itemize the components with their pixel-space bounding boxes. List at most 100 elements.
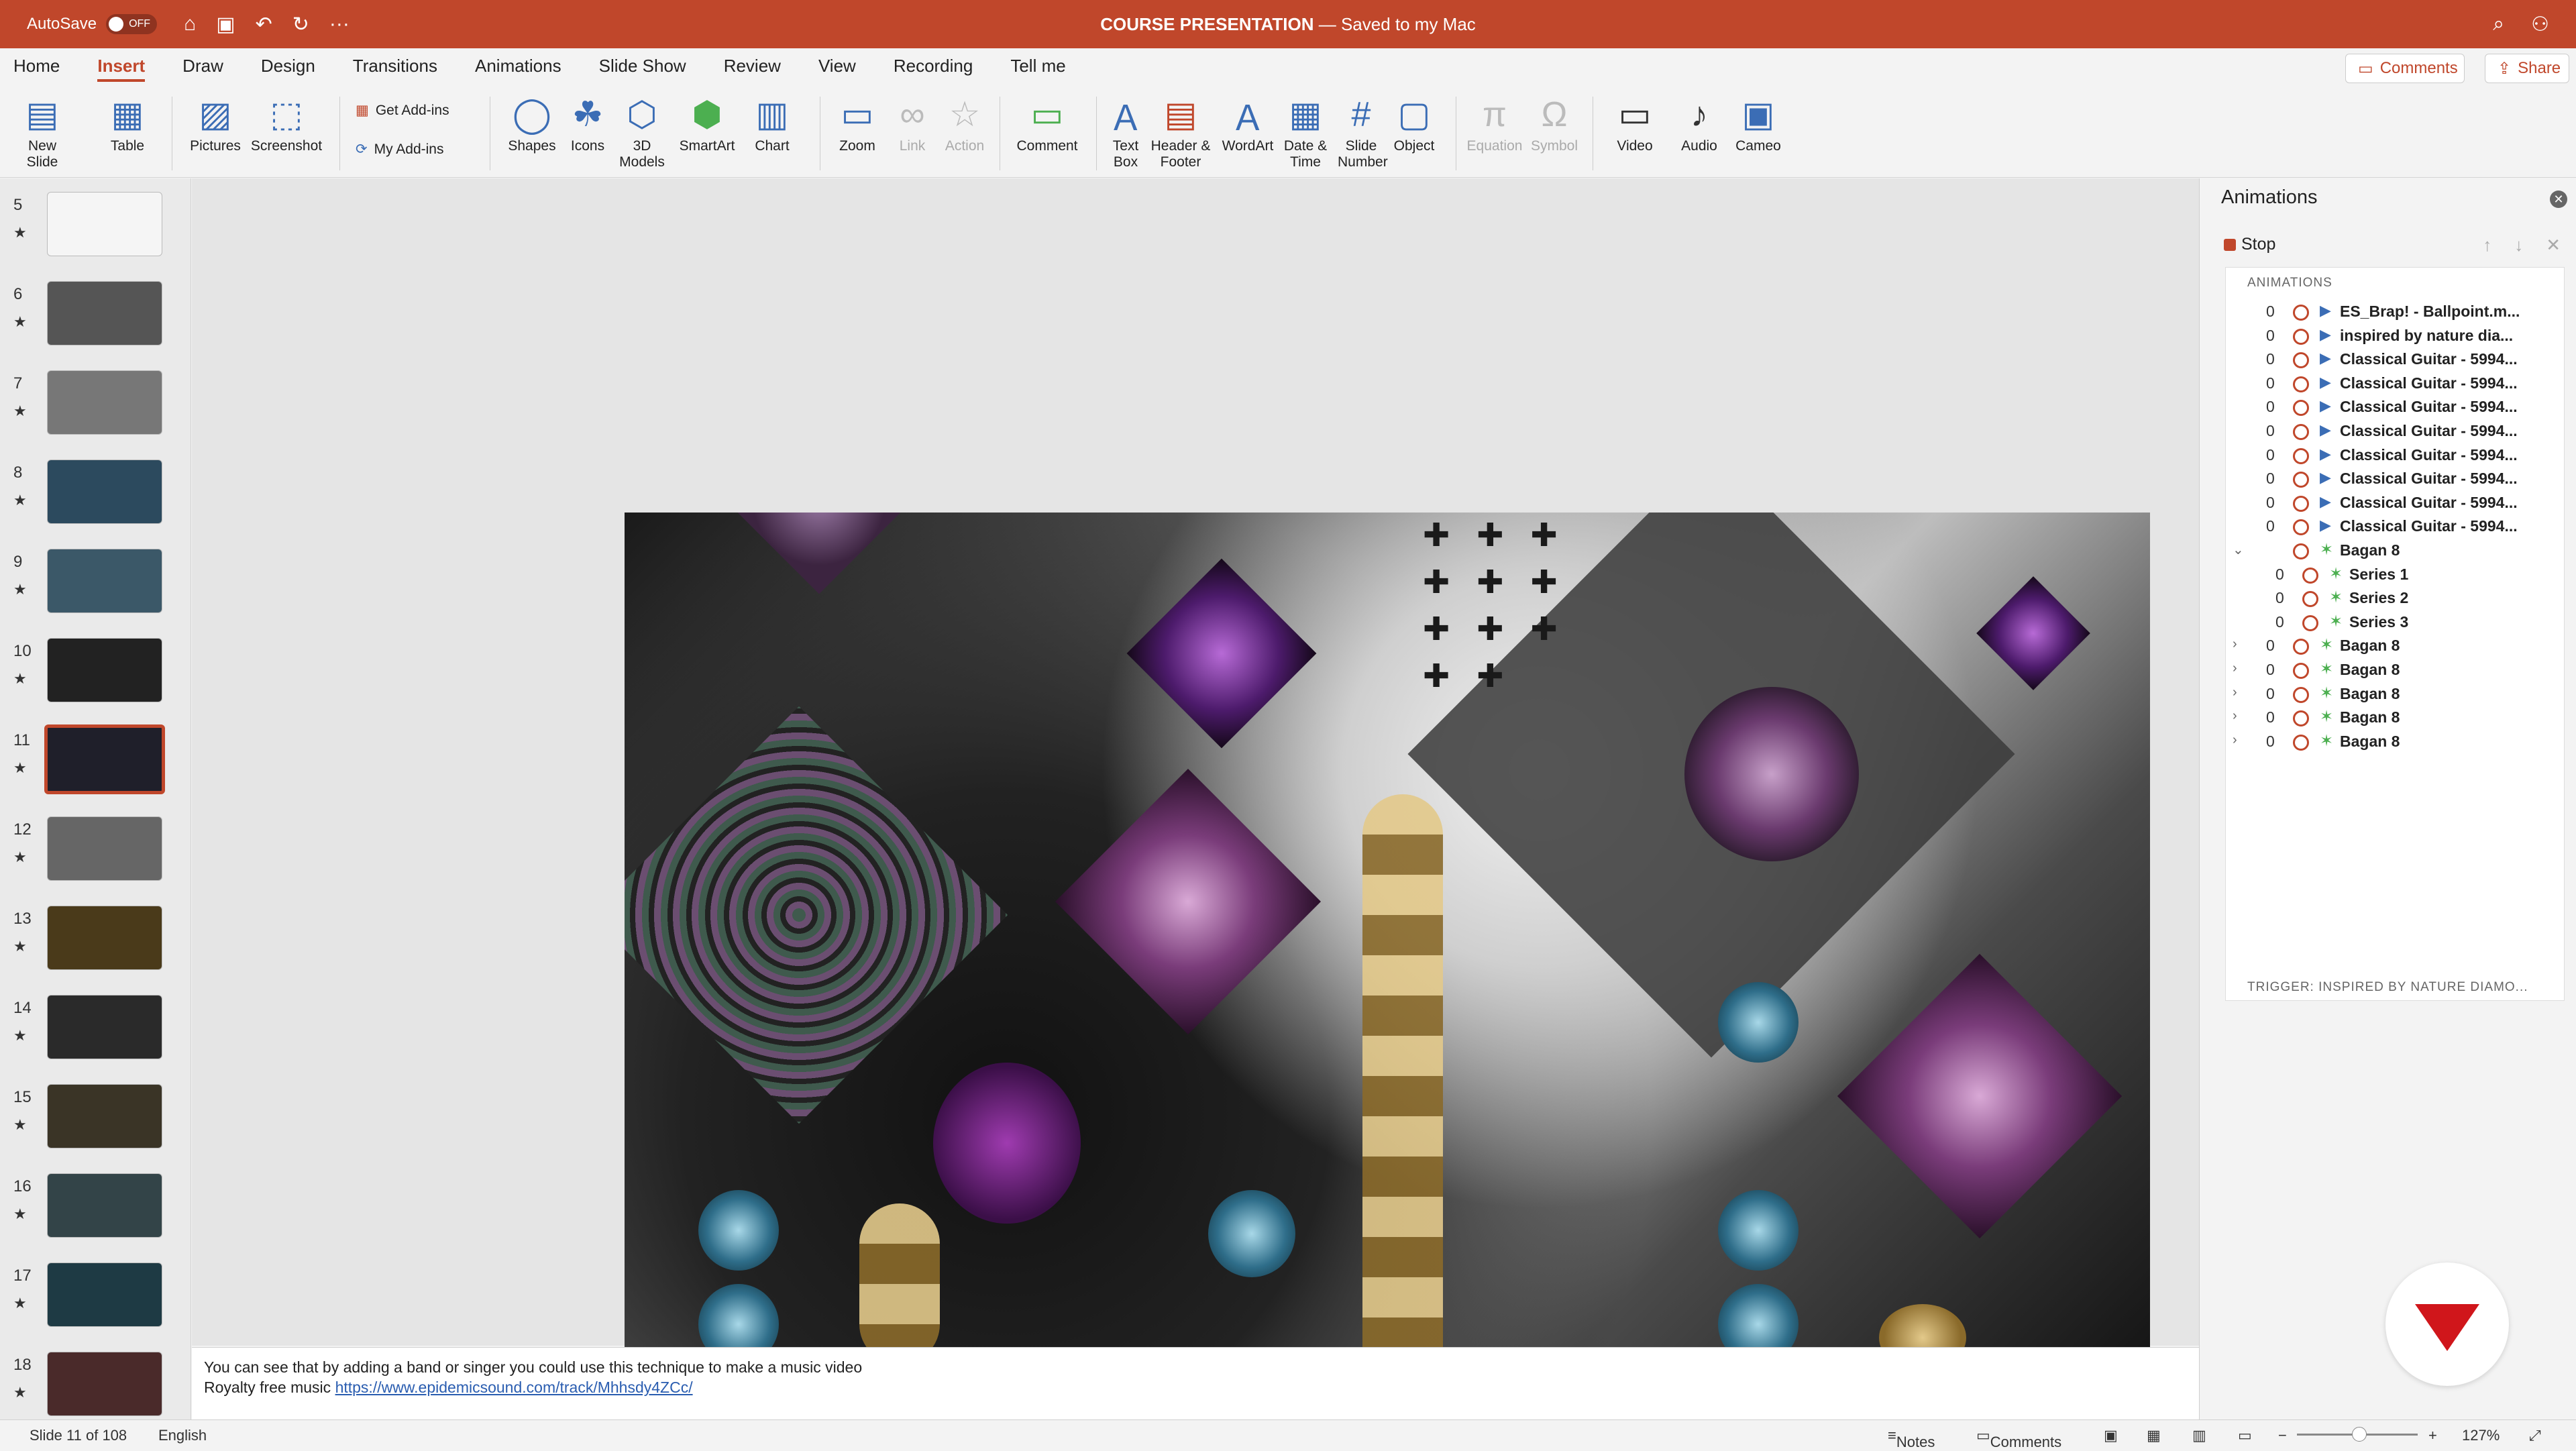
trigger-label[interactable]: TRIGGER: INSPIRED BY NATURE DIAMO... (2247, 980, 2528, 995)
animation-item[interactable]: 0 ▶ Classical Guitar - 5994... (2226, 395, 2564, 419)
animation-item[interactable]: 0 ▶ Classical Guitar - 5994... (2226, 467, 2564, 491)
tab-view[interactable]: View (800, 48, 875, 83)
date-time-button[interactable]: ▦ Date & Time (1277, 91, 1334, 170)
save-icon[interactable]: ▣ (216, 13, 235, 36)
pictures-button[interactable]: ▨ Pictures (185, 91, 246, 154)
move-down-icon[interactable]: ↓ (2514, 235, 2523, 256)
tab-slide-show[interactable]: Slide Show (580, 48, 705, 83)
account-icon[interactable]: ⚇ (2531, 13, 2549, 36)
text-box-button[interactable]: Ａ Text Box (1104, 91, 1147, 170)
video-button[interactable]: ▭ Video (1605, 91, 1665, 154)
zoom-button[interactable]: ▭ Zoom (829, 91, 885, 154)
slide-thumbnail[interactable]: 13 ★ (0, 898, 191, 987)
slide-thumbnail[interactable]: 8 ★ (0, 451, 191, 541)
my-addins-button[interactable]: ⟳ My Add-ins (356, 141, 443, 158)
animation-item[interactable]: 0 ▶ ES_Brap! - Ballpoint.m... (2226, 300, 2564, 324)
slide-thumbnail[interactable]: 11 ★ (0, 719, 191, 808)
zoom-in-icon[interactable]: + (2428, 1427, 2437, 1444)
symbol-button[interactable]: Ω Symbol (1524, 91, 1585, 154)
animation-item[interactable]: 0 ✶ Series 2 (2226, 586, 2564, 610)
fit-slide-icon[interactable]: ⤢ (2529, 1427, 2541, 1444)
slide-number-button[interactable]: # Slide Number (1331, 91, 1391, 170)
tab-design[interactable]: Design (242, 48, 334, 83)
animation-item[interactable]: › 0 ✶ Bagan 8 (2226, 730, 2564, 754)
slide-thumbnail[interactable]: 17 ★ (0, 1254, 191, 1344)
shapes-button[interactable]: ◯ Shapes (502, 91, 562, 154)
get-addins-button[interactable]: ▦ Get Add-ins (356, 102, 449, 119)
animation-item[interactable]: › 0 ✶ Bagan 8 (2226, 706, 2564, 730)
sorter-view-icon[interactable]: ▦ (2147, 1427, 2161, 1444)
more-icon[interactable]: ··· (329, 13, 350, 36)
table-button[interactable]: ▦ Table (101, 91, 154, 154)
normal-view-icon[interactable]: ▣ (2104, 1427, 2118, 1444)
reading-view-icon[interactable]: ▥ (2192, 1427, 2206, 1444)
tab-animations[interactable]: Animations (456, 48, 580, 83)
slide-thumbnail[interactable]: 14 ★ (0, 987, 191, 1076)
tab-review[interactable]: Review (705, 48, 800, 83)
slide-thumbnail[interactable]: 12 ★ (0, 808, 191, 898)
expand-icon[interactable]: › (2233, 733, 2237, 748)
stop-button[interactable]: Stop (2224, 235, 2275, 254)
animation-item[interactable]: 0 ▶ Classical Guitar - 5994... (2226, 419, 2564, 443)
tab-transitions[interactable]: Transitions (334, 48, 456, 83)
animation-item[interactable]: › 0 ✶ Bagan 8 (2226, 658, 2564, 682)
current-slide[interactable]: ✚✚✚ ✚✚✚ ✚✚✚ ✚✚ (625, 513, 2150, 1371)
autosave[interactable]: AutoSave OFF (27, 14, 158, 34)
wordart-button[interactable]: Ａ WordArt (1216, 91, 1280, 154)
chart-button[interactable]: ▥ Chart (742, 91, 802, 154)
zoom-slider-thumb[interactable] (2352, 1427, 2367, 1442)
comments-toggle[interactable]: ▭ Comments (1976, 1427, 2061, 1450)
tab-home[interactable]: Home (0, 48, 78, 83)
animation-item[interactable]: 0 ▶ Classical Guitar - 5994... (2226, 443, 2564, 468)
expand-icon[interactable]: › (2233, 637, 2237, 652)
tab-tell-me[interactable]: Tell me (991, 48, 1084, 83)
animation-item[interactable]: 0 ▶ inspired by nature dia... (2226, 324, 2564, 348)
header-footer-button[interactable]: ▤ Header & Footer (1148, 91, 1213, 170)
animation-item[interactable]: 0 ▶ Classical Guitar - 5994... (2226, 372, 2564, 396)
search-icon[interactable]: ⌕ (2493, 13, 2504, 36)
animation-item[interactable]: 0 ▶ Classical Guitar - 5994... (2226, 347, 2564, 372)
cameo-button[interactable]: ▣ Cameo (1728, 91, 1788, 154)
move-up-icon[interactable]: ↑ (2483, 235, 2491, 256)
animation-item[interactable]: 0 ▶ Classical Guitar - 5994... (2226, 515, 2564, 539)
expand-icon[interactable]: › (2233, 708, 2237, 724)
zoom-level[interactable]: 127% (2462, 1427, 2500, 1444)
slide-thumbnail[interactable]: 10 ★ (0, 630, 191, 719)
music-link[interactable]: https://www.epidemicsound.com/track/Mhhs… (335, 1379, 693, 1396)
tab-draw[interactable]: Draw (164, 48, 242, 83)
slideshow-view-icon[interactable]: ▭ (2238, 1427, 2252, 1444)
share-button[interactable]: ⇪ Share (2485, 54, 2569, 83)
animation-item[interactable]: 0 ✶ Series 1 (2226, 563, 2564, 587)
slide-thumbnail[interactable]: 16 ★ (0, 1165, 191, 1254)
equation-button[interactable]: π Equation (1461, 91, 1528, 154)
audio-button[interactable]: ♪ Audio (1669, 91, 1729, 154)
comments-button[interactable]: ▭ Comments (2345, 54, 2465, 83)
slide-thumbnail[interactable]: 6 ★ (0, 273, 191, 362)
screenshot-button[interactable]: ⬚ Screenshot (250, 91, 323, 154)
new-slide-button[interactable]: ▤ New Slide (13, 91, 71, 170)
animation-item[interactable]: ⌄ ✶ Bagan 8 (2226, 539, 2564, 563)
link-button[interactable]: ∞ Link (885, 91, 939, 154)
expand-icon[interactable]: ⌄ (2233, 541, 2244, 558)
tab-recording[interactable]: Recording (875, 48, 992, 83)
zoom-out-icon[interactable]: − (2278, 1427, 2287, 1444)
action-button[interactable]: ☆ Action (936, 91, 993, 154)
expand-icon[interactable]: › (2233, 661, 2237, 676)
language[interactable]: English (158, 1427, 207, 1444)
redo-icon[interactable]: ↻ (292, 13, 309, 36)
slide-thumbnail[interactable]: 7 ★ (0, 362, 191, 451)
animation-item[interactable]: › 0 ✶ Bagan 8 (2226, 634, 2564, 658)
icons-button[interactable]: ☘ Icons (561, 91, 614, 154)
expand-icon[interactable]: › (2233, 685, 2237, 700)
slide-thumbnail[interactable]: 9 ★ (0, 541, 191, 630)
home-icon[interactable]: ⌂ (184, 13, 196, 36)
comment-button[interactable]: ▭ Comment (1010, 91, 1084, 154)
slide-thumbnail[interactable]: 15 ★ (0, 1076, 191, 1165)
notes-toggle[interactable]: ≡ Notes (1888, 1427, 1935, 1450)
animation-item[interactable]: › 0 ✶ Bagan 8 (2226, 682, 2564, 706)
animation-item[interactable]: 0 ✶ Series 3 (2226, 610, 2564, 635)
autosave-toggle[interactable]: OFF (106, 14, 158, 34)
3d-models-button[interactable]: ⬡ 3D Models (612, 91, 672, 170)
speaker-notes[interactable]: You can see that by adding a band or sin… (192, 1347, 2204, 1419)
slide-thumbnail[interactable]: 5 ★ (0, 184, 191, 273)
